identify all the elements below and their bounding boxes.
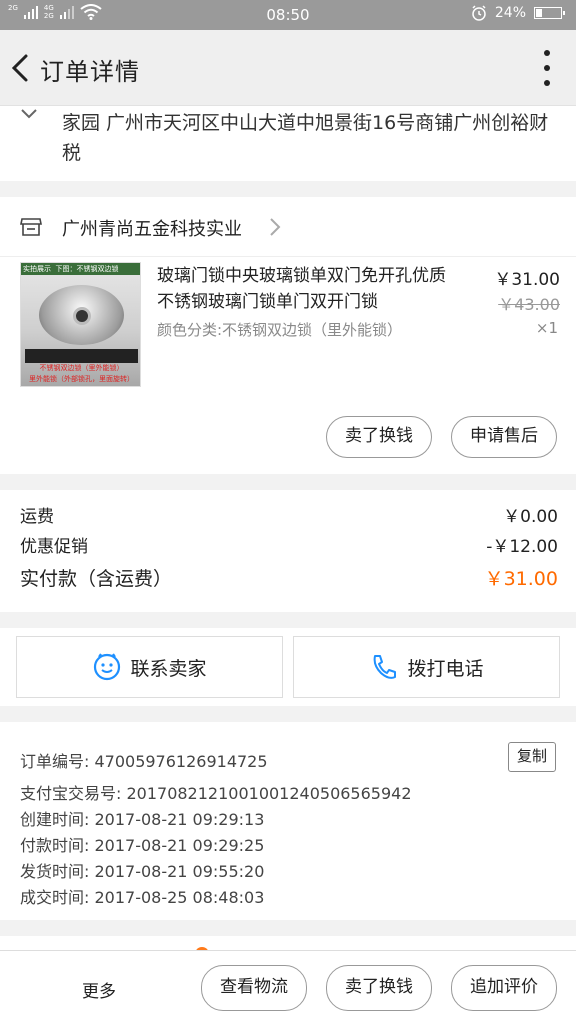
address-text: 家园 广州市天河区中山大道中旭景街16号商铺广州创裕财税 [62, 112, 549, 164]
product-price: ￥31.00 [494, 270, 560, 290]
battery-fill [536, 9, 543, 17]
product-sku: 颜色分类:不锈钢双边锁（里外能锁） [157, 321, 403, 339]
contact-seller-button[interactable]: 联系卖家 [16, 636, 283, 698]
contact-seller-label: 联系卖家 [130, 657, 207, 680]
add-review-button[interactable]: 追加评价 [451, 965, 557, 1011]
shipped-time: 发货时间: 2017-08-21 09:55:20 [20, 862, 265, 881]
battery-percent: 24% [494, 5, 526, 21]
shipping-label: 运费 [20, 507, 54, 527]
total-label: 实付款（含运费） [20, 568, 173, 590]
shop-name: 广州青尚五金科技实业 [62, 219, 242, 240]
bottom-action-bar: 更多 查看物流 卖了换钱 追加评价 [0, 950, 576, 1024]
product-image[interactable]: 实拍展示 下图：不锈钢双边锁 不锈钢双边锁（里外能锁） 里外能锁（外部锁孔，里面… [20, 262, 141, 387]
sell-for-cash-button-bottom[interactable]: 卖了换钱 [326, 965, 432, 1011]
store-icon [20, 218, 42, 236]
smile-chat-icon [94, 653, 121, 681]
total-value: ￥31.00 [484, 568, 558, 590]
app-header: 订单详情 [0, 30, 576, 106]
order-info: 订单编号: 470059761269147​25 复制 支付宝交易号: 2017… [0, 722, 576, 920]
after-sale-button[interactable]: 申请售后 [451, 416, 557, 458]
page-title: 订单详情 [40, 58, 140, 86]
discount-value: -￥12.00 [486, 537, 558, 557]
shop-row[interactable]: 广州青尚五金科技实业 [0, 197, 576, 257]
call-label: 拨打电话 [407, 657, 484, 680]
vertical-dots-icon[interactable] [542, 50, 552, 86]
completed-time: 成交时间: 2017-08-25 08:48:03 [20, 888, 265, 907]
product-title: 玻璃门锁中央玻璃锁单双门免开孔优质不锈钢玻璃门锁单门双开门锁 [157, 266, 446, 312]
created-time: 创建时间: 2017-08-21 09:29:13 [20, 810, 265, 829]
total-row: 实付款（含运费） ￥31.00 [20, 564, 558, 591]
discount-row: 优惠促销 -￥12.00 [20, 532, 558, 557]
lock-core [73, 307, 91, 325]
product-original-price: ￥43.00 [498, 295, 560, 314]
image-caption-2: 里外能锁（外部锁孔，里面旋转） [29, 375, 134, 383]
lock-base [25, 349, 138, 363]
view-logistics-button[interactable]: 查看物流 [201, 965, 307, 1011]
discount-label: 优惠促销 [20, 537, 88, 557]
status-right: 24% [471, 5, 565, 21]
alipay-trade-number: 支付宝交易号: 2017082121001001240506565942 [20, 784, 412, 803]
status-bar: 2G 4G 2G 08:50 24% [0, 0, 576, 30]
order-item-card: 广州青尚五金科技实业 实拍展示 下图：不锈钢双边锁 不锈钢双边锁（里外能锁） 里… [0, 197, 576, 474]
image-caption-1: 不锈钢双边锁（里外能锁） [39, 364, 124, 372]
copy-button[interactable]: 复制 [508, 742, 556, 772]
chevron-right-icon [270, 218, 281, 236]
chevron-down-icon [20, 106, 38, 125]
battery-icon [534, 7, 565, 19]
paid-time: 付款时间: 2017-08-21 09:29:25 [20, 836, 265, 855]
chevron-left-icon[interactable] [6, 52, 36, 84]
fee-summary: 运费 ￥0.00 优惠促销 -￥12.00 实付款（含运费） ￥31.00 [0, 490, 576, 612]
product-quantity: ×1 [535, 319, 558, 337]
call-button[interactable]: 拨打电话 [293, 636, 560, 698]
product-row[interactable]: 实拍展示 下图：不锈钢双边锁 不锈钢双边锁（里外能锁） 里外能锁（外部锁孔，里面… [0, 257, 576, 407]
alarm-icon [472, 5, 486, 21]
address-card: 家园 广州市天河区中山大道中旭景街16号商铺广州创裕财税 [0, 106, 576, 181]
shipping-row: 运费 ￥0.00 [20, 502, 558, 527]
shipping-value: ￥0.00 [503, 507, 558, 527]
contact-section: 联系卖家 拨打电话 [0, 628, 576, 706]
image-tag: 实拍展示 下图：不锈钢双边锁 [21, 263, 140, 275]
sell-for-cash-button[interactable]: 卖了换钱 [326, 416, 432, 458]
phone-icon [374, 655, 397, 679]
order-number: 订单编号: 470059761269147​25 [20, 752, 268, 771]
more-button[interactable]: 更多 [82, 977, 116, 1002]
